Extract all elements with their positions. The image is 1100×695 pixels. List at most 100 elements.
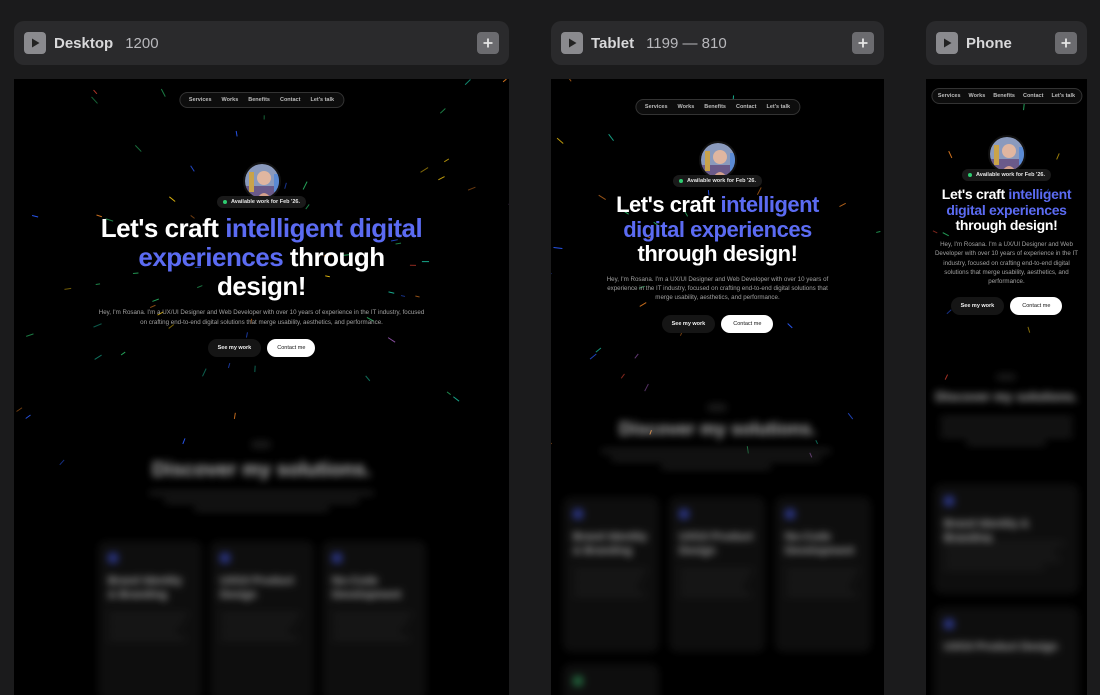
- hero-section: Available work for Feb '26. Let's craft …: [551, 141, 884, 333]
- nav-benefits[interactable]: Benefits: [704, 104, 726, 110]
- star-streak: [91, 96, 98, 104]
- star-streak: [439, 108, 446, 114]
- solution-card[interactable]: Brand Identity & Branding: [563, 497, 659, 652]
- nav-contact[interactable]: Contact: [280, 97, 300, 103]
- avatar: [242, 162, 281, 200]
- nav-benefits[interactable]: Benefits: [248, 97, 270, 103]
- card-icon: [220, 553, 230, 563]
- star-streak: [160, 88, 166, 97]
- nav-services[interactable]: Services: [938, 93, 961, 99]
- plus-icon: [858, 38, 868, 48]
- star-streak: [634, 353, 639, 359]
- add-breakpoint-button[interactable]: [477, 32, 499, 54]
- solutions-title: Discover my solutions.: [618, 419, 817, 439]
- site-nav: Services Works Benefits Contact Let's ta…: [178, 92, 345, 108]
- desktop-preview-button[interactable]: [24, 32, 46, 54]
- nav-contact[interactable]: Contact: [1023, 93, 1043, 99]
- star-streak: [25, 414, 31, 419]
- solutions-title: Discover my solutions.: [935, 389, 1078, 404]
- avatar-photo: [244, 164, 279, 198]
- see-my-work-button[interactable]: See my work: [661, 314, 716, 333]
- star-streak: [446, 391, 451, 396]
- star-streak: [365, 375, 371, 382]
- section-pill: [707, 404, 727, 411]
- site-nav: Services Works Benefits Contact Let's ta…: [634, 99, 801, 115]
- nav-works[interactable]: Works: [969, 93, 986, 99]
- card-icon: [785, 509, 795, 519]
- solution-card[interactable]: No-Code Development: [322, 541, 426, 695]
- add-breakpoint-button[interactable]: [1055, 32, 1077, 54]
- hero-intro: Hey, I'm Rosana. I'm a UX/UI Designer an…: [606, 275, 829, 302]
- hero-ctas: See my work Contact me: [950, 296, 1063, 315]
- card-icon: [573, 676, 583, 686]
- star-streak: [235, 130, 238, 137]
- hero-section: Available work for Feb '26. Let's craft …: [14, 162, 509, 357]
- hero-headline: Let's craft intelligent digital experien…: [100, 213, 423, 302]
- solution-card[interactable]: UX/UI Product Design: [934, 607, 1079, 695]
- star-streak: [595, 347, 602, 353]
- star-streak: [182, 438, 186, 445]
- contact-me-button[interactable]: Contact me: [267, 338, 316, 357]
- text-line: [601, 449, 831, 453]
- phone-breakpoint-header: Phone: [926, 21, 1087, 65]
- solutions-title: Discover my solutions.: [152, 459, 371, 481]
- text-line: [194, 507, 329, 511]
- avatar-photo: [700, 143, 735, 177]
- star-streak: [134, 145, 142, 152]
- play-icon: [32, 38, 40, 48]
- play-icon: [569, 38, 577, 48]
- solution-card[interactable]: UX/UI Product Design: [669, 497, 765, 652]
- status-dot: [679, 179, 684, 183]
- star-streak: [93, 89, 98, 95]
- solution-card[interactable]: Brand Identity & Branding: [98, 541, 202, 695]
- availability-badge: Available work for Feb '26.: [962, 169, 1051, 181]
- avatar: [698, 141, 737, 179]
- card-icon: [332, 553, 342, 563]
- availability-badge: Available work for Feb '26.: [217, 196, 306, 208]
- desktop-frame[interactable]: Services Works Benefits Contact Let's ta…: [14, 79, 509, 695]
- tablet-breakpoint-header: Tablet 1199 — 810: [551, 21, 884, 65]
- breakpoint-name: Desktop: [54, 34, 114, 52]
- star-streak: [233, 412, 236, 420]
- star-streak: [202, 368, 207, 377]
- nav-contact[interactable]: Contact: [736, 104, 756, 110]
- solution-card[interactable]: Brand Identity & Branding: [934, 484, 1079, 594]
- contact-me-button[interactable]: Contact me: [721, 314, 774, 333]
- status-dot: [968, 173, 973, 177]
- contact-me-button[interactable]: Contact me: [1010, 296, 1063, 315]
- card-icon: [944, 619, 954, 629]
- nav-services[interactable]: Services: [645, 104, 668, 110]
- card-icon: [944, 496, 954, 506]
- phone-frame[interactable]: Services Works Benefits Contact Let's ta…: [926, 79, 1087, 695]
- star-streak: [589, 353, 597, 360]
- desktop-breakpoint-header: Desktop 1200: [14, 21, 509, 65]
- hero-section: Available work for Feb '26. Let's craft …: [926, 135, 1087, 315]
- solution-card[interactable]: UX/UI Product Design: [210, 541, 314, 695]
- text-line: [940, 417, 1073, 421]
- availability-badge: Available work for Feb '26.: [673, 175, 762, 187]
- add-breakpoint-button[interactable]: [852, 32, 874, 54]
- nav-services[interactable]: Services: [189, 97, 212, 103]
- star-streak: [944, 374, 949, 380]
- text-line: [940, 425, 1073, 429]
- hero-ctas: See my work Contact me: [661, 314, 774, 333]
- nav-lets-talk[interactable]: Let's talk: [310, 97, 334, 103]
- tablet-preview-button[interactable]: [561, 32, 583, 54]
- text-line: [661, 465, 771, 469]
- see-my-work-button[interactable]: See my work: [207, 338, 262, 357]
- star-streak: [644, 383, 649, 392]
- plus-icon: [1061, 38, 1071, 48]
- star-streak: [16, 407, 23, 412]
- card-icon: [573, 509, 583, 519]
- solution-card[interactable]: No-Code Development: [775, 497, 871, 652]
- nav-works[interactable]: Works: [222, 97, 239, 103]
- tablet-frame[interactable]: Services Works Benefits Contact Let's ta…: [551, 79, 884, 695]
- see-my-work-button[interactable]: See my work: [950, 296, 1005, 315]
- section-pill: [996, 374, 1016, 380]
- nav-lets-talk[interactable]: Let's talk: [766, 104, 790, 110]
- nav-works[interactable]: Works: [678, 104, 695, 110]
- solution-card[interactable]: [563, 664, 659, 695]
- phone-preview-button[interactable]: [936, 32, 958, 54]
- nav-benefits[interactable]: Benefits: [993, 93, 1015, 99]
- nav-lets-talk[interactable]: Let's talk: [1051, 93, 1075, 99]
